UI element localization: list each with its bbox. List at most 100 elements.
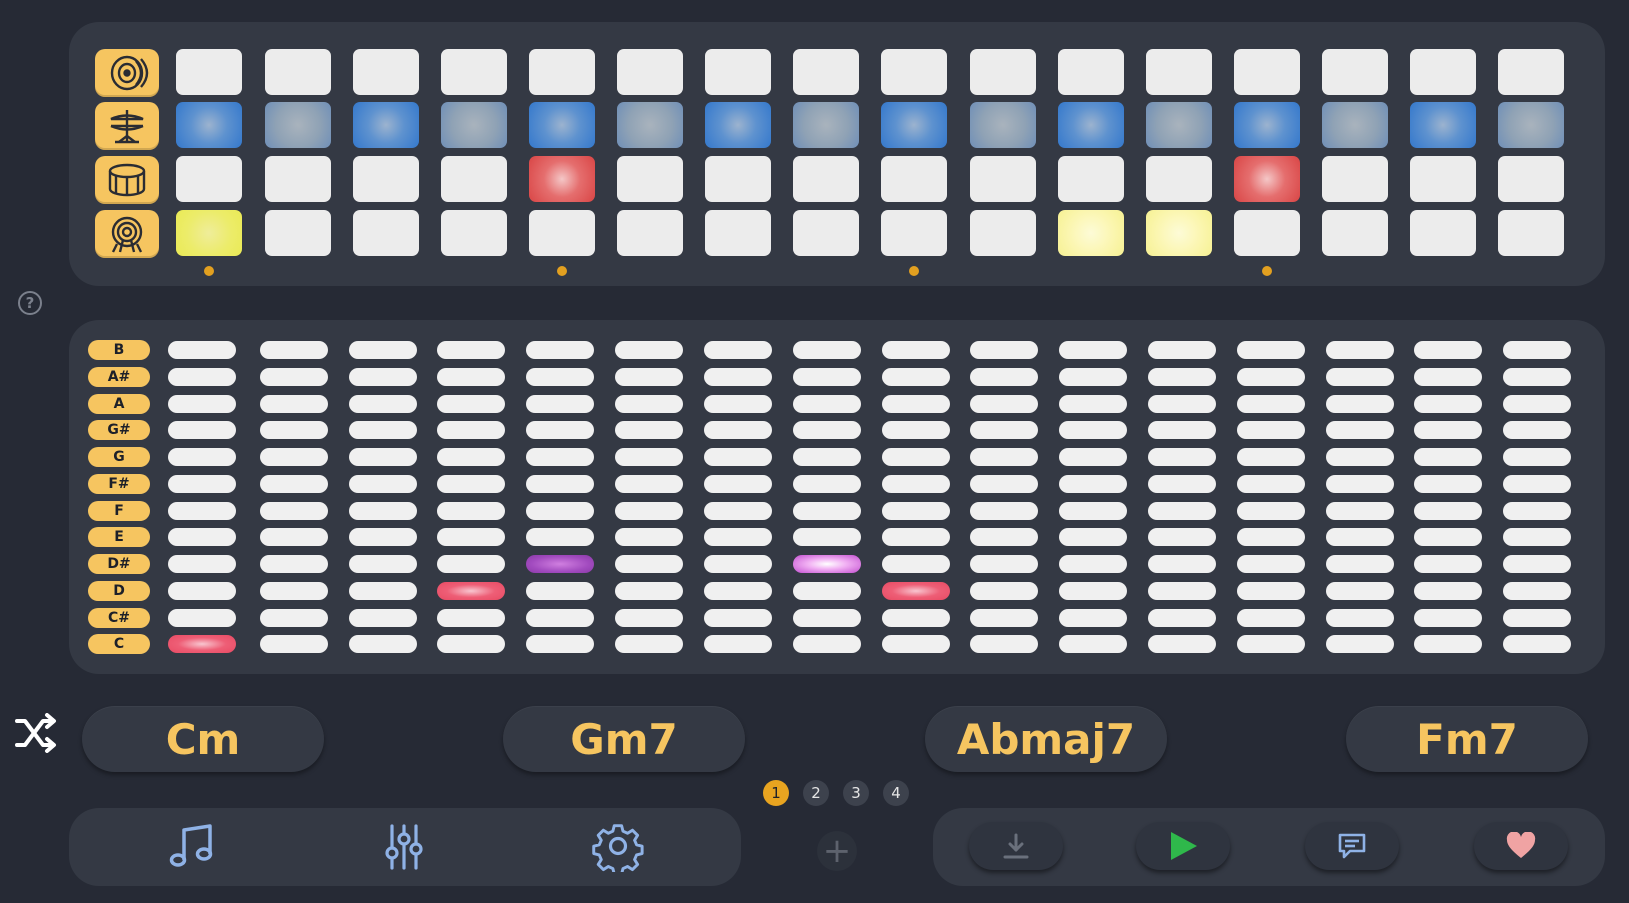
note-cell-a-2[interactable] — [260, 394, 328, 413]
note-cell-c-1[interactable] — [168, 635, 236, 654]
drum-step-snare-8[interactable] — [793, 156, 859, 202]
shuffle-icon[interactable] — [14, 713, 58, 753]
note-cell-a-sharp-5[interactable] — [526, 367, 594, 386]
note-cell-d-12[interactable] — [1148, 581, 1216, 600]
drum-step-kick-7[interactable] — [705, 210, 771, 256]
note-cell-f-15[interactable] — [1414, 501, 1482, 520]
add-pattern-button[interactable]: + — [817, 831, 857, 871]
speaker-icon[interactable] — [95, 49, 159, 97]
note-cell-g-6[interactable] — [615, 448, 683, 466]
note-cell-c-sharp-10[interactable] — [970, 608, 1038, 627]
drum-step-hi-hat-10[interactable] — [970, 102, 1036, 148]
chord-button-4[interactable]: Fm7 — [1346, 706, 1588, 772]
note-cell-a-sharp-7[interactable] — [704, 367, 772, 386]
pattern-page-3[interactable]: 3 — [843, 780, 869, 806]
drum-step-snare-11[interactable] — [1058, 156, 1124, 202]
drum-step-kick-10[interactable] — [970, 210, 1036, 256]
drum-step-snare-12[interactable] — [1146, 156, 1212, 202]
note-cell-d-7[interactable] — [704, 581, 772, 600]
note-cell-f-11[interactable] — [1059, 501, 1127, 520]
note-cell-e-16[interactable] — [1503, 528, 1571, 547]
note-label-g[interactable]: G — [88, 447, 150, 467]
note-label-b[interactable]: B — [88, 340, 150, 360]
note-cell-d-sharp-12[interactable] — [1148, 555, 1216, 573]
note-cell-g-sharp-12[interactable] — [1148, 421, 1216, 440]
drum-step-kick-11[interactable] — [1058, 210, 1124, 256]
note-cell-c-9[interactable] — [882, 635, 950, 654]
note-cell-d-sharp-16[interactable] — [1503, 555, 1571, 573]
note-cell-c-sharp-15[interactable] — [1414, 608, 1482, 627]
drum-step-speaker-15[interactable] — [1410, 49, 1476, 95]
note-cell-a-sharp-11[interactable] — [1059, 367, 1127, 386]
note-cell-a-1[interactable] — [168, 394, 236, 413]
note-cell-b-15[interactable] — [1414, 341, 1482, 359]
note-cell-a-9[interactable] — [882, 394, 950, 413]
note-cell-g-14[interactable] — [1326, 448, 1394, 466]
note-cell-b-14[interactable] — [1326, 341, 1394, 359]
note-label-f[interactable]: F — [88, 500, 150, 521]
note-cell-g-sharp-13[interactable] — [1237, 421, 1305, 440]
note-cell-b-3[interactable] — [349, 341, 417, 359]
drum-step-snare-14[interactable] — [1322, 156, 1388, 202]
note-cell-e-15[interactable] — [1414, 528, 1482, 547]
note-cell-f-sharp-3[interactable] — [349, 474, 417, 493]
note-cell-b-9[interactable] — [882, 341, 950, 359]
note-cell-e-12[interactable] — [1148, 528, 1216, 547]
chord-button-3[interactable]: Abmaj7 — [925, 706, 1167, 772]
note-cell-a-sharp-2[interactable] — [260, 367, 328, 386]
note-cell-a-sharp-12[interactable] — [1148, 367, 1216, 386]
note-cell-f-sharp-16[interactable] — [1503, 474, 1571, 493]
drum-step-snare-1[interactable] — [176, 156, 242, 202]
note-cell-d-9[interactable] — [882, 581, 950, 600]
note-cell-c-12[interactable] — [1148, 635, 1216, 654]
note-cell-e-9[interactable] — [882, 528, 950, 547]
note-cell-f-sharp-2[interactable] — [260, 474, 328, 493]
note-cell-c-sharp-5[interactable] — [526, 608, 594, 627]
music-note-icon[interactable] — [166, 820, 218, 872]
note-cell-e-6[interactable] — [615, 528, 683, 547]
note-cell-g-8[interactable] — [793, 448, 861, 466]
note-cell-e-2[interactable] — [260, 528, 328, 547]
drum-step-hi-hat-15[interactable] — [1410, 102, 1476, 148]
note-cell-a-11[interactable] — [1059, 394, 1127, 413]
note-cell-b-2[interactable] — [260, 341, 328, 359]
note-cell-d-sharp-5[interactable] — [526, 555, 594, 573]
note-cell-a-8[interactable] — [793, 394, 861, 413]
note-label-e[interactable]: E — [88, 527, 150, 548]
drum-step-hi-hat-2[interactable] — [265, 102, 331, 148]
drum-step-kick-14[interactable] — [1322, 210, 1388, 256]
drum-step-snare-2[interactable] — [265, 156, 331, 202]
note-cell-d-6[interactable] — [615, 581, 683, 600]
note-cell-g-11[interactable] — [1059, 448, 1127, 466]
drum-step-speaker-1[interactable] — [176, 49, 242, 95]
note-cell-f-sharp-15[interactable] — [1414, 474, 1482, 493]
note-label-f-sharp[interactable]: F# — [88, 473, 150, 494]
drum-step-snare-13[interactable] — [1234, 156, 1300, 202]
note-cell-e-13[interactable] — [1237, 528, 1305, 547]
drum-step-hi-hat-6[interactable] — [617, 102, 683, 148]
note-cell-d-3[interactable] — [349, 581, 417, 600]
drum-step-kick-3[interactable] — [353, 210, 419, 256]
note-cell-c-13[interactable] — [1237, 635, 1305, 654]
note-cell-a-5[interactable] — [526, 394, 594, 413]
note-cell-f-sharp-5[interactable] — [526, 474, 594, 493]
note-cell-d-11[interactable] — [1059, 581, 1127, 600]
note-cell-g-16[interactable] — [1503, 448, 1571, 466]
note-cell-f-sharp-13[interactable] — [1237, 474, 1305, 493]
note-label-a-sharp[interactable]: A# — [88, 366, 150, 387]
note-cell-b-11[interactable] — [1059, 341, 1127, 359]
note-cell-c-8[interactable] — [793, 635, 861, 654]
note-cell-g-4[interactable] — [437, 448, 505, 466]
drum-step-snare-5[interactable] — [529, 156, 595, 202]
note-cell-f-16[interactable] — [1503, 501, 1571, 520]
note-cell-g-sharp-6[interactable] — [615, 421, 683, 440]
note-cell-e-10[interactable] — [970, 528, 1038, 547]
note-cell-g-10[interactable] — [970, 448, 1038, 466]
note-cell-a-10[interactable] — [970, 394, 1038, 413]
download-button[interactable] — [969, 822, 1063, 870]
note-cell-d-sharp-6[interactable] — [615, 555, 683, 573]
note-cell-c-sharp-11[interactable] — [1059, 608, 1127, 627]
note-label-c-sharp[interactable]: C# — [88, 607, 150, 628]
note-cell-g-12[interactable] — [1148, 448, 1216, 466]
note-cell-e-7[interactable] — [704, 528, 772, 547]
